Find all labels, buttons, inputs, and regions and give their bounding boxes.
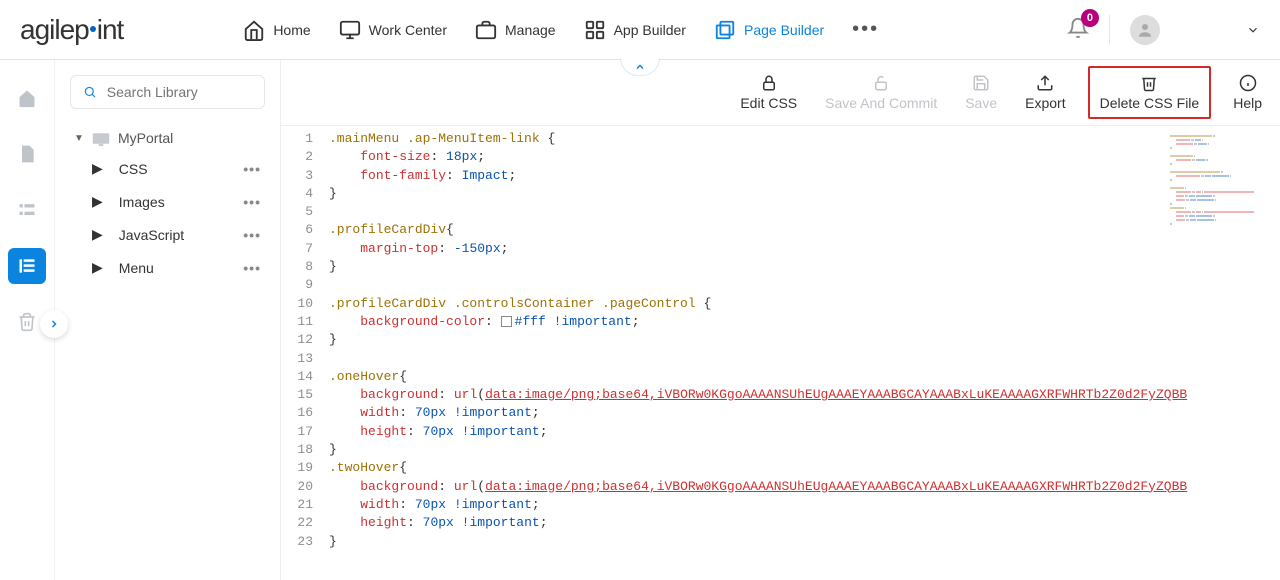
lock-icon <box>760 74 778 92</box>
search-input[interactable] <box>107 84 252 100</box>
save-commit-label: Save And Commit <box>825 95 937 111</box>
save-commit-button[interactable]: Save And Commit <box>819 70 943 115</box>
tree-root[interactable]: ▼ MyPortal <box>70 124 265 152</box>
save-button[interactable]: Save <box>959 70 1003 115</box>
portal-icon <box>92 131 110 146</box>
help-label: Help <box>1233 95 1262 111</box>
nav-home-label: Home <box>273 22 310 38</box>
username <box>1168 22 1238 38</box>
minimap[interactable] <box>1170 126 1280 276</box>
arrow-right-icon: ▶ <box>92 193 103 210</box>
rail-library[interactable] <box>8 248 46 284</box>
home-icon <box>17 88 37 108</box>
gutter: 1234567891011121314151617181920212223 <box>281 126 323 580</box>
tree-item-label: JavaScript <box>119 227 184 243</box>
trash-icon <box>1140 74 1158 92</box>
tree-item-label: CSS <box>119 161 148 177</box>
divider <box>1109 15 1110 45</box>
chevron-down-icon <box>1246 23 1260 37</box>
delete-css-button[interactable]: Delete CSS File <box>1088 66 1212 119</box>
tree-item-more[interactable]: ••• <box>243 260 261 276</box>
left-rail <box>0 60 55 580</box>
rail-list[interactable] <box>8 192 46 228</box>
search-box[interactable] <box>70 75 265 109</box>
tree-item-javascript[interactable]: ▶ JavaScript ••• <box>88 218 265 251</box>
chevron-right-icon <box>48 318 60 330</box>
nav-home[interactable]: Home <box>243 19 310 41</box>
code-editor[interactable]: 1234567891011121314151617181920212223 .m… <box>281 126 1280 580</box>
help-button[interactable]: Help <box>1227 70 1268 115</box>
nav-right: 0 <box>1067 15 1260 45</box>
nav-app-builder[interactable]: App Builder <box>584 19 686 41</box>
briefcase-icon <box>475 19 497 41</box>
home-icon <box>243 19 265 41</box>
info-icon <box>1239 74 1257 92</box>
user-menu[interactable] <box>1130 15 1260 45</box>
arrow-down-icon: ▼ <box>74 133 84 144</box>
arrow-right-icon: ▶ <box>92 226 103 243</box>
tree-item-more[interactable]: ••• <box>243 161 261 177</box>
nav-work-center-label: Work Center <box>369 22 447 38</box>
list-icon <box>17 200 37 220</box>
document-icon <box>17 144 37 164</box>
tree-item-more[interactable]: ••• <box>243 194 261 210</box>
nav-more[interactable]: ••• <box>852 18 879 41</box>
nav-manage-label: Manage <box>505 22 556 38</box>
arrow-right-icon: ▶ <box>92 160 103 177</box>
save-icon <box>972 74 990 92</box>
arrow-right-icon: ▶ <box>92 259 103 276</box>
grid-icon <box>584 19 606 41</box>
tree-item-images[interactable]: ▶ Images ••• <box>88 185 265 218</box>
rail-home[interactable] <box>8 80 46 116</box>
tree-item-more[interactable]: ••• <box>243 227 261 243</box>
library-icon <box>17 256 37 276</box>
tree-root-label: MyPortal <box>118 130 173 146</box>
edit-css-button[interactable]: Edit CSS <box>734 70 803 115</box>
top-nav: agilepint Home Work Center Manage App Bu… <box>0 0 1280 60</box>
nav-items: Home Work Center Manage App Builder Page… <box>243 18 879 41</box>
nav-page-builder-label: Page Builder <box>744 22 824 38</box>
nav-app-builder-label: App Builder <box>614 22 686 38</box>
rail-expand-button[interactable] <box>40 310 68 338</box>
nav-page-builder[interactable]: Page Builder <box>714 19 824 41</box>
trash-icon <box>17 312 37 332</box>
code-area[interactable]: .mainMenu .ap-MenuItem-link { font-size:… <box>323 126 1280 580</box>
toolbar: Edit CSS Save And Commit Save Export Del… <box>281 60 1280 126</box>
tree-item-label: Menu <box>119 260 154 276</box>
export-label: Export <box>1025 95 1065 111</box>
tree-item-menu[interactable]: ▶ Menu ••• <box>88 251 265 284</box>
user-icon <box>1136 21 1154 39</box>
logo[interactable]: agilepint <box>20 14 123 46</box>
library-sidebar: ▼ MyPortal ▶ CSS ••• ▶ Im <box>55 60 280 580</box>
edit-css-label: Edit CSS <box>740 95 797 111</box>
avatar <box>1130 15 1160 45</box>
tree-children: ▶ CSS ••• ▶ Images ••• ▶ <box>88 152 265 284</box>
nav-work-center[interactable]: Work Center <box>339 19 447 41</box>
export-button[interactable]: Export <box>1019 70 1071 115</box>
delete-css-label: Delete CSS File <box>1100 95 1200 111</box>
tree: ▼ MyPortal ▶ CSS ••• ▶ Im <box>70 124 265 284</box>
notifications-button[interactable]: 0 <box>1067 17 1089 42</box>
unlock-icon <box>872 74 890 92</box>
tree-item-label: Images <box>119 194 165 210</box>
search-icon <box>83 84 97 100</box>
content: Edit CSS Save And Commit Save Export Del… <box>280 60 1280 580</box>
chevron-up-icon <box>634 61 646 73</box>
nav-manage[interactable]: Manage <box>475 19 556 41</box>
monitor-icon <box>339 19 361 41</box>
rail-doc[interactable] <box>8 136 46 172</box>
export-icon <box>1036 74 1054 92</box>
main: ▼ MyPortal ▶ CSS ••• ▶ Im <box>0 60 1280 580</box>
save-label: Save <box>965 95 997 111</box>
tree-item-css[interactable]: ▶ CSS ••• <box>88 152 265 185</box>
notification-badge: 0 <box>1081 9 1099 27</box>
pages-icon <box>714 19 736 41</box>
